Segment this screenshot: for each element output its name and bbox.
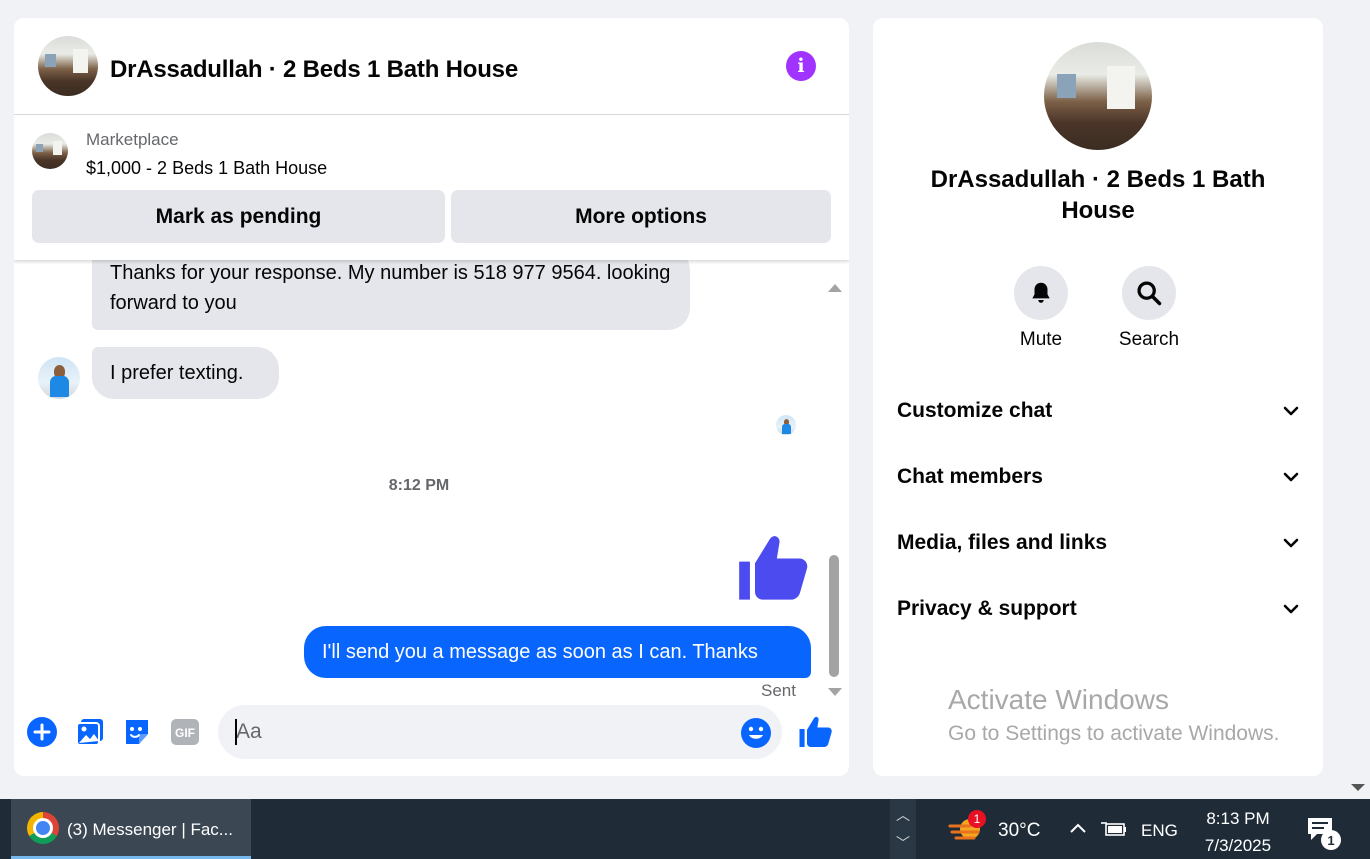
received-message[interactable]: I prefer texting.: [92, 347, 279, 399]
composer: GIF: [14, 698, 849, 776]
taskbar-clock[interactable]: 8:13 PM 7/3/2025: [1196, 805, 1280, 859]
weather-badge: 1: [968, 810, 986, 828]
info-icon[interactable]: i: [786, 51, 816, 81]
chevron-down-icon: [1283, 604, 1299, 614]
scroll-up-arrow-icon[interactable]: [828, 284, 842, 292]
chat-header: DrAssadullah · 2 Beds 1 Bath House i: [14, 18, 849, 115]
activate-windows-title: Activate Windows: [948, 684, 1169, 715]
scroll-down-arrow-icon[interactable]: [828, 688, 842, 696]
search-icon: [1137, 281, 1162, 306]
bell-icon: [1032, 282, 1050, 303]
read-receipt-avatar: [776, 415, 796, 435]
chevron-down-icon: [1283, 406, 1299, 416]
page-scroll-down-arrow-icon[interactable]: [1351, 784, 1365, 791]
listing-avatar[interactable]: [38, 36, 98, 96]
mute-circle[interactable]: [1014, 266, 1068, 320]
media-files-links-label: Media, files and links: [897, 531, 1108, 554]
listing-thumbnail[interactable]: [32, 133, 68, 169]
chat-details-panel: DrAssadullah · 2 Beds 1 Bath House Mute …: [873, 18, 1323, 776]
media-files-links-section[interactable]: Media, files and links: [897, 523, 1301, 563]
marketplace-label: Marketplace: [86, 130, 179, 149]
customize-chat-label: Customize chat: [897, 399, 1053, 422]
windows-taskbar: (3) Messenger | Fac... ︿ ﹀ 1 30°C ENG 8:…: [0, 799, 1370, 859]
chevron-down-icon[interactable]: ﹀: [896, 833, 910, 853]
details-title: DrAssadullah · 2 Beds 1 Bath House: [930, 166, 1266, 224]
more-options-button[interactable]: More options: [451, 190, 831, 243]
send-like-icon[interactable]: [798, 714, 834, 750]
chevron-up-icon[interactable]: ︿: [896, 805, 910, 825]
chevron-down-icon: [1283, 472, 1299, 482]
message-input[interactable]: [218, 705, 782, 759]
thumbs-up-icon[interactable]: [736, 530, 812, 606]
mark-as-pending-button[interactable]: Mark as pending: [32, 190, 445, 243]
message-timestamp: 8:12 PM: [388, 477, 450, 494]
message-scrollbar[interactable]: [826, 260, 842, 698]
marketplace-strip: Marketplace $1,000 - 2 Beds 1 Bath House…: [14, 115, 849, 260]
taskbar-app-label: (3) Messenger | Fac...: [67, 820, 233, 839]
show-hidden-icons-chevron-icon[interactable]: [1068, 819, 1088, 839]
privacy-support-label: Privacy & support: [897, 597, 1077, 620]
chat-members-section[interactable]: Chat members: [897, 457, 1301, 497]
chevron-down-icon: [1283, 538, 1299, 548]
sender-avatar[interactable]: [38, 357, 80, 399]
plus-icon[interactable]: [26, 716, 58, 748]
message-status: Sent: [761, 681, 796, 698]
chat-members-label: Chat members: [897, 465, 1043, 488]
search-button[interactable]: Search: [1109, 266, 1189, 351]
temperature[interactable]: 30°C: [998, 820, 1040, 842]
notification-count-badge: 1: [1321, 830, 1341, 850]
search-circle[interactable]: [1122, 266, 1176, 320]
activate-windows-subtitle: Go to Settings to activate Windows.: [948, 722, 1280, 745]
taskbar-scroll-arrows[interactable]: ︿ ﹀: [890, 799, 916, 859]
clock-date: 7/3/2025: [1204, 836, 1272, 855]
emoji-icon[interactable]: [740, 717, 772, 749]
privacy-support-section[interactable]: Privacy & support: [897, 589, 1301, 629]
chrome-icon: [27, 812, 59, 844]
chat-title[interactable]: DrAssadullah · 2 Beds 1 Bath House: [110, 56, 518, 84]
customize-chat-section[interactable]: Customize chat: [897, 391, 1301, 431]
battery-network-icon[interactable]: [1100, 819, 1128, 839]
activate-windows-watermark: Activate Windows Go to Settings to activ…: [948, 684, 1280, 746]
sticker-icon[interactable]: [121, 716, 153, 748]
message-list[interactable]: Thanks for your response. My number is 5…: [14, 260, 849, 698]
svg-text:GIF: GIF: [175, 726, 195, 740]
clock-time: 8:13 PM: [1206, 809, 1270, 828]
gif-icon[interactable]: GIF: [169, 716, 201, 748]
chat-panel: DrAssadullah · 2 Beds 1 Bath House i Mar…: [14, 18, 849, 776]
mute-label: Mute: [1019, 329, 1063, 350]
input-language[interactable]: ENG: [1141, 821, 1178, 841]
sent-message[interactable]: I'll send you a message as soon as I can…: [304, 626, 811, 678]
listing-price[interactable]: $1,000 - 2 Beds 1 Bath House: [86, 158, 327, 179]
text-caret: [235, 719, 237, 745]
mute-button[interactable]: Mute: [1001, 266, 1081, 351]
scroll-thumb[interactable]: [829, 555, 839, 677]
taskbar-app-messenger[interactable]: (3) Messenger | Fac...: [11, 799, 251, 859]
details-avatar[interactable]: [1044, 42, 1152, 150]
search-label: Search: [1118, 329, 1180, 350]
received-message[interactable]: Thanks for your response. My number is 5…: [92, 260, 690, 330]
photo-icon[interactable]: [74, 716, 106, 748]
